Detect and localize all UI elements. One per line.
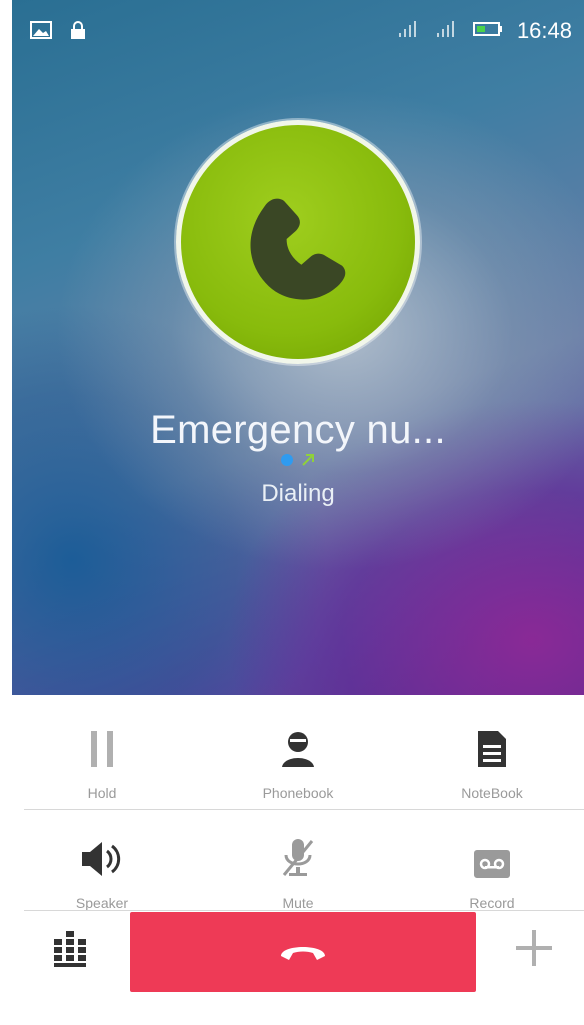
status-bar: 16:48	[12, 0, 584, 60]
add-call-icon[interactable]	[512, 926, 556, 975]
mute-mic-icon	[280, 831, 316, 879]
signal-sim2-icon	[435, 20, 459, 43]
speaker-label: Speaker	[75, 895, 129, 911]
caller-name: Emergency nu...	[150, 408, 446, 452]
hold-label: Hold	[87, 785, 117, 801]
controls-row-1: Hold Phonebook NoteBook	[12, 721, 584, 831]
signal-sim1-icon	[397, 20, 421, 43]
caller-avatar	[176, 120, 420, 364]
battery-icon	[472, 21, 503, 42]
controls-divider	[24, 809, 584, 810]
notebook-label: NoteBook	[461, 785, 523, 801]
dialpad-icon[interactable]	[52, 930, 88, 973]
call-status: Dialing	[261, 480, 335, 507]
speaker-icon	[80, 831, 124, 879]
in-call-screen: 16:48 Emergency nu... Dialing Hold Phone…	[12, 0, 584, 1025]
call-background: 16:48 Emergency nu... Dialing	[12, 0, 584, 695]
controls-divider-2	[24, 910, 584, 911]
phonebook-label: Phonebook	[262, 785, 334, 801]
note-icon	[476, 721, 508, 769]
notebook-button[interactable]: NoteBook	[412, 721, 572, 821]
outgoing-arrow-icon	[300, 452, 316, 473]
record-label: Record	[469, 895, 515, 911]
call-direction	[12, 452, 584, 472]
pause-icon	[87, 721, 117, 769]
hold-button[interactable]: Hold	[22, 721, 182, 821]
phonebook-button[interactable]: Phonebook	[218, 721, 378, 821]
lock-icon	[70, 20, 86, 45]
sim-dot-icon	[280, 453, 294, 472]
image-notification-icon	[30, 21, 52, 44]
contact-icon	[278, 721, 318, 769]
status-time: 16:48	[516, 18, 572, 43]
end-call-icon	[277, 938, 329, 967]
end-call-button[interactable]	[130, 912, 476, 992]
record-icon	[473, 831, 511, 879]
bottom-call-bar	[12, 912, 584, 1025]
mute-label: Mute	[282, 895, 314, 911]
phone-handset-icon	[223, 165, 373, 320]
